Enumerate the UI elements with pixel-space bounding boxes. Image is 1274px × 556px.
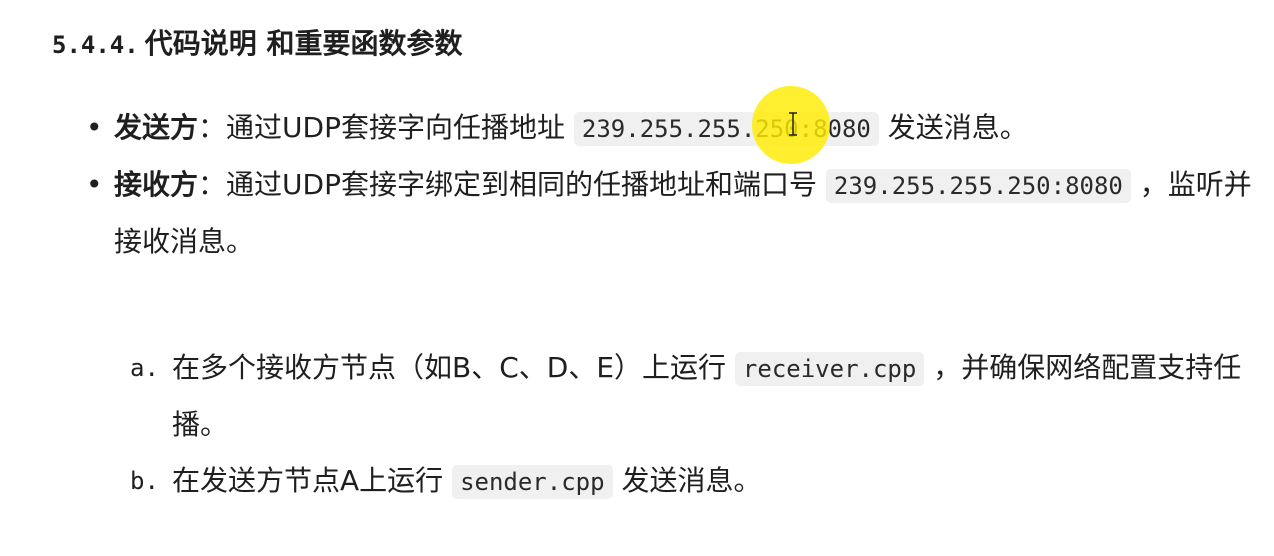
step-marker: a. xyxy=(130,354,159,382)
bullet-colon: ： xyxy=(198,111,227,144)
step-marker: b. xyxy=(130,467,159,495)
step-text: 在多个接收方节点（如B、C、D、E）上运行 xyxy=(172,351,727,384)
bullet-dot-icon: • xyxy=(86,168,103,201)
section-number: 5.4.4. xyxy=(52,31,139,59)
bullet-item-receiver: • 接收方：通过UDP套接字绑定到相同的任播地址和端口号 239.255.255.… xyxy=(86,157,1256,270)
bullet-label: 发送方 xyxy=(114,111,199,144)
bullet-label: 接收方 xyxy=(114,168,199,201)
step-suffix: 发送消息。 xyxy=(621,464,762,497)
step-text: 在发送方节点A上运行 xyxy=(172,464,444,497)
steps-list: a. 在多个接收方节点（如B、C、D、E）上运行 receiver.cpp ，并确… xyxy=(130,340,1260,510)
inline-code-filename: receiver.cpp xyxy=(734,352,925,386)
role-bullet-list: • 发送方：通过UDP套接字向任播地址 239.255.255.250:8080 … xyxy=(86,100,1256,270)
inline-code-filename: sender.cpp xyxy=(452,465,613,499)
bullet-item-sender: • 发送方：通过UDP套接字向任播地址 239.255.255.250:8080 … xyxy=(86,100,1256,157)
inline-code-address: 239.255.255.250:8080 xyxy=(825,169,1131,203)
bullet-dot-icon: • xyxy=(86,111,103,144)
bullet-colon: ： xyxy=(198,168,227,201)
bullet-text: 通过UDP套接字向任播地址 xyxy=(226,111,565,144)
inline-code-address: 239.255.255.250:8080 xyxy=(573,112,879,146)
step-item-a: a. 在多个接收方节点（如B、C、D、E）上运行 receiver.cpp ，并确… xyxy=(130,340,1260,453)
bullet-suffix: 发送消息。 xyxy=(887,111,1028,144)
bullet-text: 通过UDP套接字绑定到相同的任播地址和端口号 xyxy=(226,168,817,201)
section-heading: 5.4.4. 代码说明 和重要函数参数 xyxy=(52,22,462,62)
step-item-b: b. 在发送方节点A上运行 sender.cpp 发送消息。 xyxy=(130,453,1260,510)
section-title: 代码说明 和重要函数参数 xyxy=(144,27,463,60)
